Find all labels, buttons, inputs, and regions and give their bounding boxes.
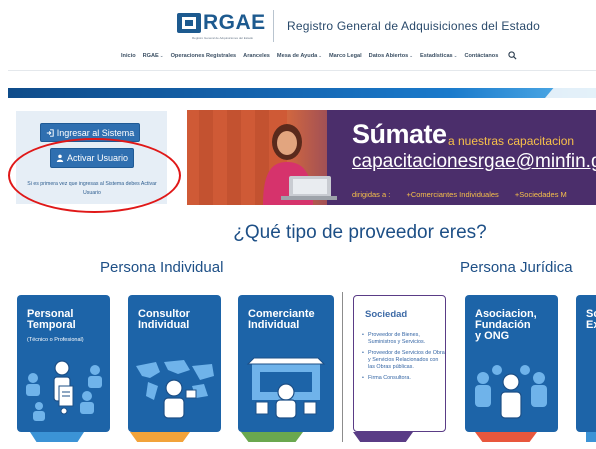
sociedad-list-item: Firma Consultora.	[362, 375, 446, 382]
question-text: ¿Qué tipo de proveedor eres?	[233, 222, 487, 243]
banner-stripe	[199, 110, 213, 205]
card-title: Consultor Individual	[138, 308, 190, 331]
card-accent-bar	[475, 432, 537, 442]
card-personal-temporal[interactable]: Personal Temporal (Técnico o Profesional…	[17, 295, 110, 432]
nav-item-datos-abiertos[interactable]: Datos Abiertos⌄	[369, 53, 413, 59]
nav-label: RGAE	[142, 52, 159, 59]
main-nav: Inicio RGAE⌄ Operaciones Registrales Ara…	[121, 51, 517, 60]
logo-divider	[273, 10, 274, 42]
woman-laptop-photo	[263, 124, 337, 205]
logo-mark-icon	[177, 13, 201, 33]
card-sociedad[interactable]: Sociedad Proveedor de Bienes, Suministro…	[353, 295, 446, 432]
card-accent-bar	[586, 432, 596, 442]
card-title: Asociacion, Fundación y ONG	[475, 308, 537, 342]
header-blue-band	[8, 88, 596, 98]
nav-item-rgae[interactable]: RGAE⌄	[143, 53, 164, 59]
nav-item-mesa-de-ayuda[interactable]: Mesa de Ayuda⌄	[277, 53, 322, 59]
highlight-ellipse	[8, 138, 181, 213]
card-title: So Ex	[586, 308, 596, 331]
nav-label: Contáctanos	[464, 52, 499, 59]
nav-item-operaciones-registrales[interactable]: Operaciones Registrales	[171, 53, 237, 59]
shop-merchant-icon	[246, 357, 326, 419]
logo-subtext: Registro General de Adquisiciones del Es…	[192, 36, 254, 40]
sociedad-list-item: Proveedor de Bienes, Suministros y Servi…	[362, 332, 446, 346]
persona-juridica-heading: Persona Jurídica	[460, 259, 573, 276]
banner-headline: Súmate	[352, 119, 447, 149]
nav-item-contactanos[interactable]: Contáctanos	[464, 53, 498, 59]
sociedad-list-item: Proveedor de Servicios de Obra y Servici…	[362, 350, 446, 371]
page: RGAE Registro General de Adquisiciones d…	[0, 0, 596, 449]
chevron-down-icon: ⌄	[318, 52, 323, 58]
card-partial-right[interactable]: So Ex	[576, 295, 596, 432]
banner-footer-item: +Comerciantes Individuales	[406, 190, 499, 199]
site-title: Registro General de Adquisiciones del Es…	[287, 19, 540, 33]
section-divider	[342, 292, 343, 442]
nav-item-marco-legal[interactable]: Marco Legal	[329, 53, 362, 59]
search-icon[interactable]	[508, 51, 517, 60]
nav-label: Mesa de Ayuda	[276, 52, 318, 59]
nav-label: Inicio	[121, 52, 136, 59]
card-asociacion-fundacion-ong[interactable]: Asociacion, Fundación y ONG	[465, 295, 558, 432]
card-subtitle: (Técnico o Profesional)	[27, 337, 84, 343]
nav-label: Datos Abiertos	[368, 52, 409, 59]
banner-footer-item: +Sociedades M	[514, 190, 567, 199]
card-accent-bar	[353, 432, 413, 442]
people-document-icon	[26, 360, 102, 421]
world-consultant-icon	[136, 360, 214, 419]
logo-text: RGAE	[203, 11, 266, 34]
card-accent-bar	[30, 432, 84, 442]
chevron-down-icon: ⌄	[453, 52, 458, 58]
nav-label: Operaciones Registrales	[170, 52, 237, 59]
card-accent-bar	[130, 432, 190, 442]
sociedad-list: Proveedor de Bienes, Suministros y Servi…	[362, 332, 446, 386]
nav-item-aranceles[interactable]: Aranceles	[243, 53, 270, 59]
chevron-down-icon: ⌄	[159, 52, 164, 58]
banner-headline-rest: a nuestras capacitacion	[448, 134, 575, 148]
nav-label: Aranceles	[243, 52, 270, 59]
nav-item-estadisticas[interactable]: Estadísticas⌄	[420, 53, 457, 59]
card-comerciante-individual[interactable]: Comerciante Individual	[238, 295, 334, 432]
site-logo[interactable]: RGAE	[176, 12, 266, 34]
header-divider	[8, 70, 596, 71]
blue-band-accent	[545, 88, 596, 98]
provider-type-question: ¿Qué tipo de proveedor eres?	[0, 222, 596, 244]
nav-label: Estadísticas	[420, 52, 453, 59]
banner-footer: dirigidas a : +Comerciantes Individuales…	[352, 190, 567, 199]
banner-footer-prefix: dirigidas a :	[352, 190, 391, 199]
group-people-icon	[475, 365, 547, 419]
sociedad-title: Sociedad	[365, 309, 408, 320]
banner-stripe	[227, 110, 241, 205]
ingresar-label: Ingresar al Sistema	[56, 127, 135, 138]
card-title: Personal Temporal	[27, 308, 76, 331]
card-consultor-individual[interactable]: Consultor Individual	[128, 295, 221, 432]
chevron-down-icon: ⌄	[409, 52, 414, 58]
banner-email-link[interactable]: capacitacionesrgae@minfin.g	[352, 151, 596, 173]
card-title: Comerciante Individual	[248, 308, 315, 331]
nav-item-inicio[interactable]: Inicio	[121, 53, 136, 59]
persona-individual-heading: Persona Individual	[100, 259, 224, 276]
sign-in-icon	[46, 128, 54, 137]
card-accent-bar	[241, 432, 303, 442]
nav-label: Marco Legal	[329, 52, 362, 59]
